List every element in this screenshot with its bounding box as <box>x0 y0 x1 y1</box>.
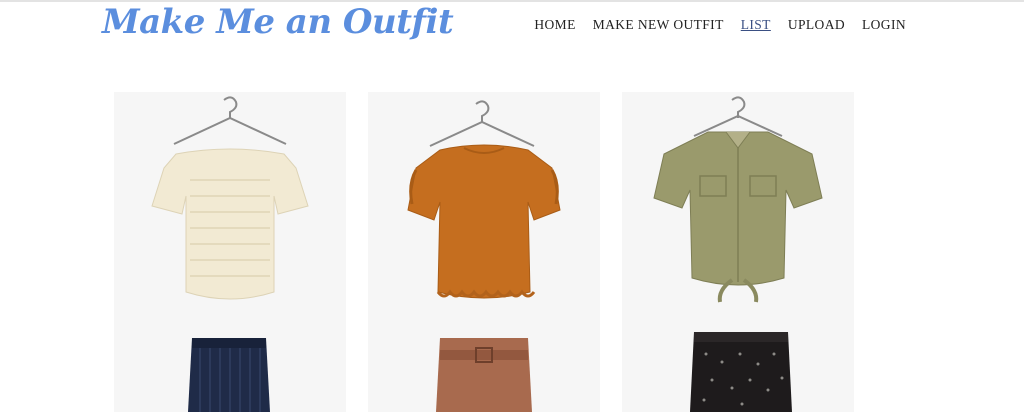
top-image <box>151 148 309 300</box>
site-logo[interactable]: Make Me an Outfit <box>102 2 454 42</box>
top-image <box>653 131 823 303</box>
outfit-card[interactable] <box>368 92 600 412</box>
hanger-icon <box>173 96 287 145</box>
nav-home[interactable]: HOME <box>534 17 575 33</box>
top-image <box>407 144 561 299</box>
hanger-icon <box>429 100 535 147</box>
nav-upload[interactable]: UPLOAD <box>788 17 845 33</box>
nav-login[interactable]: LOGIN <box>862 17 906 33</box>
nav-make-new-outfit[interactable]: MAKE NEW OUTFIT <box>593 17 724 33</box>
bottom-image <box>690 332 792 412</box>
outfit-card[interactable] <box>114 92 346 412</box>
bottom-image <box>188 338 270 412</box>
nav-list[interactable]: LIST <box>741 17 771 33</box>
main-nav: HOME MAKE NEW OUTFIT LIST UPLOAD LOGIN <box>534 17 906 33</box>
outfit-card[interactable] <box>622 92 854 412</box>
hanger-icon <box>693 96 783 137</box>
bottom-image <box>436 338 532 412</box>
